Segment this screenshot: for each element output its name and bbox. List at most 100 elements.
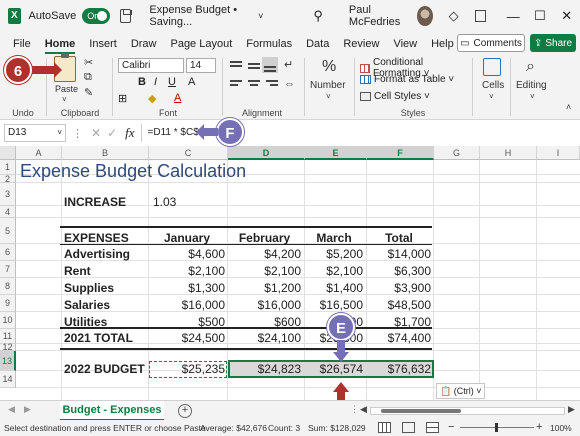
- tab-draw[interactable]: Draw: [124, 38, 164, 54]
- total-value-cell[interactable]: $74,400: [367, 331, 431, 345]
- zoom-level[interactable]: 100%: [550, 423, 572, 433]
- column-header-h[interactable]: H: [480, 146, 537, 160]
- tab-home[interactable]: Home: [38, 38, 83, 54]
- expense-value-cell[interactable]: $6,300: [367, 264, 431, 278]
- percent-icon[interactable]: %: [322, 58, 336, 76]
- cells-label[interactable]: Cells: [482, 80, 504, 91]
- page-break-view-icon[interactable]: [426, 422, 439, 433]
- tab-file[interactable]: File: [6, 38, 38, 54]
- expense-value-cell[interactable]: $3,900: [367, 281, 431, 295]
- table-header-cell[interactable]: Total: [367, 231, 431, 245]
- copy-icon[interactable]: ⧉: [84, 71, 92, 84]
- page-layout-view-icon[interactable]: [402, 422, 415, 433]
- row-header-9[interactable]: 9: [0, 295, 16, 312]
- paste-label[interactable]: Paste: [55, 84, 78, 94]
- increase-value[interactable]: 1.03: [153, 195, 176, 209]
- cell-styles-button[interactable]: Cell Styles ˅: [360, 91, 430, 102]
- status-sum[interactable]: Sum: $128,029: [308, 423, 366, 433]
- tab-help[interactable]: Help: [424, 38, 461, 54]
- fill-color-icon[interactable]: ◆: [148, 92, 156, 105]
- search-icon[interactable]: ⚲: [313, 8, 323, 24]
- total-value-cell[interactable]: $24,100: [228, 331, 301, 345]
- budget-value-cell[interactable]: $26,574: [305, 362, 363, 376]
- row-header-3[interactable]: 3: [0, 183, 16, 206]
- add-sheet-icon[interactable]: +: [178, 404, 192, 418]
- chevron-down-icon[interactable]: ˅: [530, 92, 535, 101]
- zoom-in-icon[interactable]: +: [536, 421, 542, 433]
- expense-value-cell[interactable]: $1,300: [149, 281, 225, 295]
- column-header-f[interactable]: F: [367, 146, 434, 160]
- column-header-g[interactable]: G: [434, 146, 480, 160]
- expense-value-cell[interactable]: $4,200: [228, 247, 301, 261]
- tab-data[interactable]: Data: [299, 38, 336, 54]
- paste-options-button[interactable]: 📋 (Ctrl) ˅: [436, 383, 486, 399]
- expense-value-cell[interactable]: $48,500: [367, 298, 431, 312]
- normal-view-icon[interactable]: [378, 422, 391, 433]
- budget-label-cell[interactable]: 2022 BUDGET: [64, 362, 148, 376]
- scroll-left-icon[interactable]: ◀: [360, 404, 367, 415]
- expense-value-cell[interactable]: $16,000: [149, 298, 225, 312]
- expense-value-cell[interactable]: $600: [228, 315, 301, 329]
- row-header-10[interactable]: 10: [0, 312, 16, 329]
- expense-value-cell[interactable]: $4,600: [149, 247, 225, 261]
- align-bottom-icon[interactable]: [262, 57, 278, 73]
- budget-value-cell[interactable]: $24,823: [228, 362, 301, 376]
- column-header-i[interactable]: I: [537, 146, 580, 160]
- expense-value-cell[interactable]: $5,200: [305, 247, 363, 261]
- merge-icon[interactable]: ⇔: [284, 78, 295, 90]
- font-size-select[interactable]: 14: [186, 58, 216, 73]
- expense-value-cell[interactable]: $2,100: [305, 264, 363, 278]
- sheet-tab-budget-expenses[interactable]: Budget - Expenses: [60, 401, 164, 421]
- row-header-1[interactable]: 1: [0, 160, 16, 175]
- expense-value-cell[interactable]: $16,500: [305, 298, 363, 312]
- save-icon[interactable]: [120, 9, 133, 23]
- italic-icon[interactable]: I: [154, 76, 157, 88]
- zoom-slider-thumb[interactable]: [495, 423, 498, 432]
- font-grow-icon[interactable]: A: [188, 76, 195, 88]
- next-sheet-icon[interactable]: ▶: [24, 404, 31, 415]
- minimize-button[interactable]: —: [500, 9, 527, 24]
- cut-icon[interactable]: ✂: [84, 56, 93, 69]
- budget-value-cell[interactable]: $76,632: [367, 362, 431, 376]
- status-count[interactable]: Count: 3: [268, 423, 300, 433]
- number-group[interactable]: % Number ˅: [306, 54, 354, 120]
- expense-value-cell[interactable]: $1,700: [367, 315, 431, 329]
- cells-icon[interactable]: [483, 58, 501, 76]
- close-button[interactable]: ✕: [553, 8, 580, 24]
- insert-function-icon[interactable]: fx: [125, 125, 134, 141]
- horizontal-scrollbar[interactable]: [370, 407, 565, 415]
- row-header-7[interactable]: 7: [0, 261, 16, 278]
- expense-value-cell[interactable]: $1,200: [228, 281, 301, 295]
- row-header-14[interactable]: 14: [0, 371, 16, 388]
- name-box[interactable]: D13 ˅: [4, 124, 66, 142]
- total-value-cell[interactable]: $24,500: [149, 331, 225, 345]
- column-header-b[interactable]: B: [62, 146, 149, 160]
- editing-label[interactable]: Editing: [516, 80, 547, 91]
- column-header-d[interactable]: D: [228, 146, 305, 160]
- sheet-title[interactable]: Expense Budget Calculation: [20, 161, 246, 182]
- cells-group[interactable]: Cells ˅: [474, 54, 510, 120]
- table-header-cell[interactable]: January: [149, 231, 225, 245]
- expense-name-cell[interactable]: Advertising: [64, 247, 148, 261]
- collapse-ribbon-icon[interactable]: ˄: [566, 102, 571, 112]
- chevron-down-icon[interactable]: ˅: [489, 92, 494, 101]
- budget-value-cell[interactable]: $25,235: [149, 362, 225, 376]
- restore-button[interactable]: ☐: [527, 8, 554, 24]
- format-painter-icon[interactable]: ✎: [84, 86, 93, 99]
- chevron-down-icon[interactable]: ˅: [258, 11, 263, 21]
- expense-name-cell[interactable]: Utilities: [64, 315, 148, 329]
- font-color-icon[interactable]: A: [174, 92, 181, 104]
- tab-review[interactable]: Review: [336, 38, 386, 54]
- expense-value-cell[interactable]: $500: [149, 315, 225, 329]
- diamond-icon[interactable]: ◇: [449, 8, 459, 24]
- more-icon[interactable]: ⋮: [72, 127, 83, 140]
- tab-insert[interactable]: Insert: [82, 38, 124, 54]
- expense-value-cell[interactable]: $2,100: [149, 264, 225, 278]
- worksheet-grid[interactable]: ABCDEFGHI 1 2 3 4 5 6 7 8 9 10 11 12 13 14 Expense Bu…: [0, 146, 580, 400]
- ribbon-display-options-icon[interactable]: [474, 10, 486, 22]
- expense-name-cell[interactable]: Salaries: [64, 298, 148, 312]
- status-average[interactable]: Average: $42,676: [200, 423, 267, 433]
- column-header-e[interactable]: E: [305, 146, 367, 160]
- tab-view[interactable]: View: [386, 38, 424, 54]
- autosave-toggle[interactable]: On: [82, 8, 110, 24]
